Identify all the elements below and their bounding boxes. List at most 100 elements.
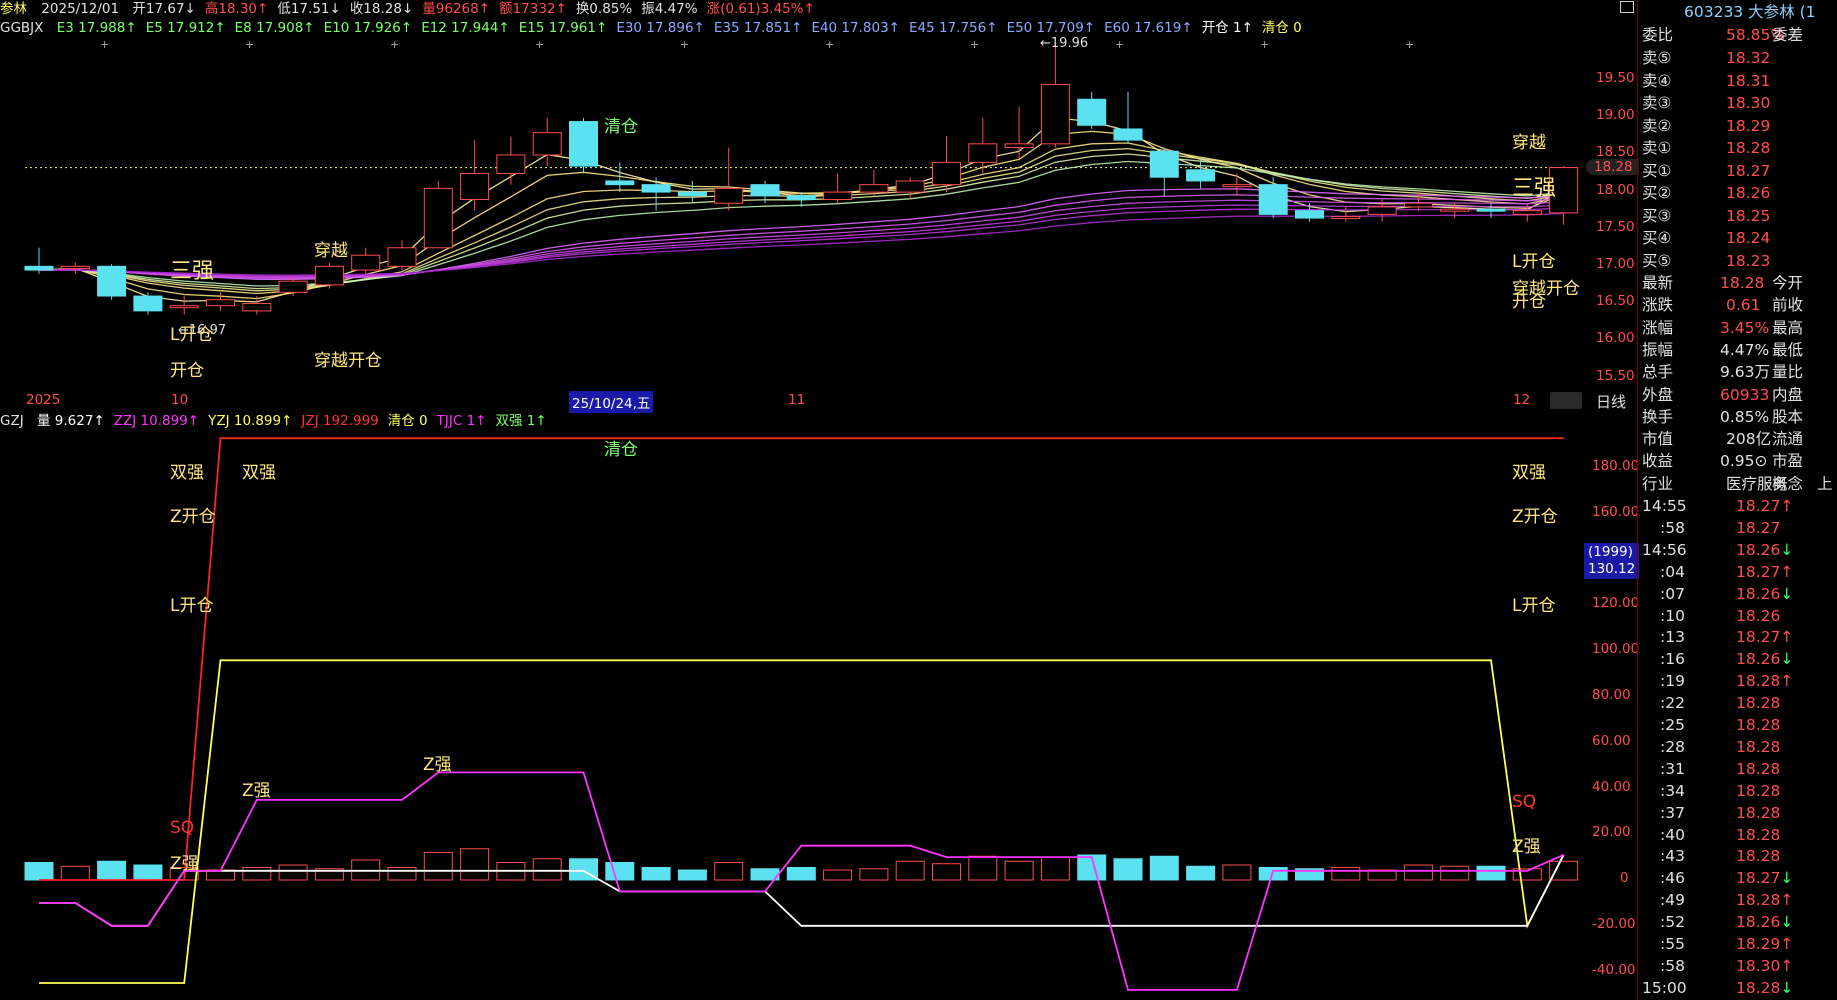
sub-value-0: 量 9.627↑ (37, 413, 105, 429)
candle-body (1512, 210, 1542, 215)
sell-label: 卖① (1642, 139, 1672, 157)
top-marker: + (100, 38, 109, 51)
yzj-line (39, 659, 1565, 984)
tick-time: :52 (1660, 913, 1685, 932)
top-marker: + (1405, 38, 1414, 51)
signal-kaicang-a: 开仓 (170, 361, 204, 381)
stat-value: 0.61 (1726, 296, 1761, 315)
sub-tick: -40.00 (1592, 961, 1636, 978)
sub-tick: 100.00 (1592, 641, 1640, 658)
volume-bar (1040, 857, 1070, 881)
sell-price: 18.30 (1726, 94, 1771, 112)
tick-price: 18.26 ↓ (1736, 540, 1794, 559)
sub-indicator-name[interactable]: GZJ (0, 413, 24, 429)
volume-bar (605, 862, 635, 881)
volume-bar (24, 862, 54, 881)
tick-price: 18.28 ↓ (1736, 978, 1794, 997)
candle-body (1295, 210, 1324, 219)
candle-body (1403, 202, 1433, 208)
candle-body (351, 254, 381, 271)
candle-body (1222, 184, 1252, 188)
stat-value: 9.63万 (1720, 363, 1771, 382)
sub-tick: 0 (1620, 870, 1629, 887)
candle-body (1367, 206, 1397, 215)
tick-row: :52 18.26 ↓ (1640, 911, 1837, 933)
date-year: 2025 (26, 392, 61, 408)
stat-value: 0.85% (1720, 407, 1770, 426)
candle-body (496, 154, 526, 175)
candle-body (677, 191, 707, 197)
tick-row: :49 18.28 ↑ (1640, 889, 1837, 911)
concept-extra: 上 (1817, 475, 1833, 493)
ma-line-E40 (38, 199, 1564, 279)
candle-body (242, 302, 272, 312)
stock-title: 603233 大参林 (1 (1684, 3, 1816, 21)
candle-body (786, 195, 816, 201)
candle-body (423, 187, 453, 249)
stat-row: 最新 18.28 今开 (1640, 272, 1837, 294)
stat-right-label: 最高 (1772, 318, 1804, 337)
tick-row: :13 18.27 ↑ (1640, 626, 1837, 648)
tick-row: :04 18.27 ↑ (1640, 561, 1837, 583)
sub-tick: 60.00 (1592, 732, 1631, 749)
signal-sanqiang-left: 三强 (170, 259, 215, 284)
period-label[interactable]: 日线 (1596, 391, 1626, 412)
signal-chuanyue-right: 穿越 (1512, 133, 1546, 153)
date-month-11: 11 (788, 392, 806, 408)
tick-time: :34 (1660, 781, 1685, 800)
tick-price: 18.28 (1736, 847, 1781, 866)
tick-row: :16 18.26 ↓ (1640, 648, 1837, 670)
price-tick: 18.50 (1596, 144, 1635, 161)
signal-l-kaicang-r2: L开仓 (1512, 596, 1556, 616)
tick-time: :43 (1660, 847, 1685, 866)
stat-label: 涨跌 (1642, 296, 1674, 315)
signal-zqiang-b: Z强 (242, 781, 271, 801)
volume-bar (242, 867, 272, 881)
tick-price: 18.26 ↓ (1736, 913, 1794, 932)
tick-price: 18.28 (1736, 694, 1781, 713)
volume-bar (423, 852, 453, 881)
signal-l-kaicang-r: L开仓 (1512, 252, 1556, 272)
right-quote-panel: 603233 大参林 (1 委比 58.85% 委差 卖⑤ 18.32 卖④ 18.3… (1620, 0, 1837, 1000)
candle-body (968, 143, 998, 163)
candle-body (387, 247, 417, 267)
signal-z-kaicang-r: Z开仓 (1512, 507, 1558, 527)
candle-body (97, 265, 127, 297)
buy-price: 18.25 (1726, 206, 1771, 225)
volume-bar (968, 855, 998, 881)
cursor-date-box: 25/10/24,五 (569, 391, 654, 413)
volume-bar (60, 865, 90, 881)
sell-label: 卖② (1642, 116, 1672, 135)
panel-divider (1637, 0, 1638, 1000)
sub-tick: -20.00 (1592, 916, 1636, 932)
volume-bar (1222, 864, 1252, 881)
candle-body (532, 132, 562, 156)
volume-bar (1149, 855, 1179, 881)
signal-shuangqiang-r: 双强 (1512, 463, 1546, 483)
stat-value: 4.47% (1720, 340, 1770, 359)
sell-price: 18.29 (1726, 116, 1771, 135)
tick-price: 18.26 ↓ (1736, 584, 1794, 603)
volume-bar (714, 862, 744, 881)
price-tick: 17.00 (1596, 256, 1635, 272)
tick-price: 18.28 (1736, 803, 1781, 822)
buy-price: 18.23 (1726, 251, 1771, 270)
top-marker: + (535, 38, 544, 51)
buy-row: 买⑤ 18.23 (1640, 250, 1837, 272)
signal-zqiang-a: Z强 (170, 854, 199, 874)
price-tick: 17.50 (1596, 218, 1635, 235)
period-toggle[interactable] (1550, 392, 1582, 409)
candle-body (133, 295, 163, 312)
volume-bar (1004, 860, 1034, 881)
sub-indicator-values: 量 9.627↑ ZZJ 10.899↑ YZJ 10.899↑ JZJ 192.99… (28, 413, 547, 429)
signal-shuangqiang-2: 双强 (242, 463, 276, 483)
signal-sanqiang-right: 三强 (1512, 176, 1557, 201)
tick-time: 14:56 (1642, 540, 1687, 559)
kline-chart[interactable]: + + + + + + + + + + (0, 0, 1590, 1000)
top-marker: + (680, 38, 689, 51)
volume-bar (532, 858, 562, 881)
window-icon[interactable] (1620, 1, 1634, 13)
price-tick: 19.50 (1596, 70, 1635, 86)
tick-price: 18.28 ↑ (1736, 891, 1794, 910)
high-marker: ←19.96 (1040, 36, 1089, 51)
